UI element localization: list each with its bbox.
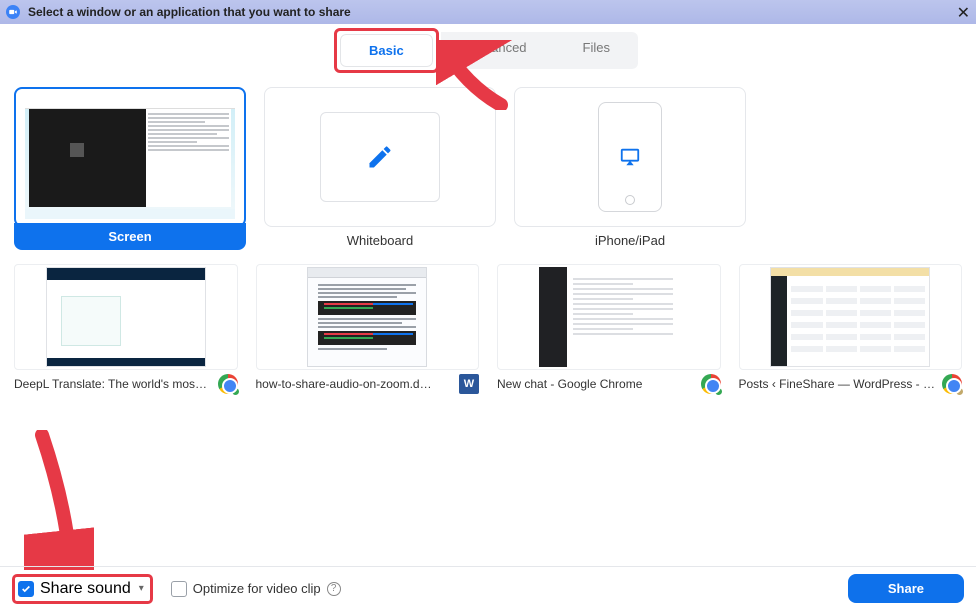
zoom-icon (6, 5, 20, 19)
option-screen[interactable]: Screen (14, 87, 246, 250)
window-label: how-to-share-audio-on-zoom.d… (256, 377, 456, 391)
screen-thumbnail (25, 99, 235, 219)
window-chrome-wordpress[interactable]: Posts ‹ FineShare — WordPress - … (739, 264, 963, 394)
window-chrome-newchat[interactable]: New chat - Google Chrome (497, 264, 721, 394)
whiteboard-thumbnail (320, 112, 440, 202)
chrome-icon (701, 374, 721, 394)
chevron-down-icon[interactable]: ▾ (139, 583, 144, 594)
annotation-share-sound: Share sound ▾ (12, 574, 153, 604)
tab-advanced[interactable]: Advanced (441, 32, 555, 69)
chrome-icon (942, 374, 962, 394)
word-icon: W (459, 374, 479, 394)
help-icon[interactable]: ? (327, 582, 341, 596)
option-iphone-label: iPhone/iPad (595, 233, 665, 248)
optimize-label: Optimize for video clip (193, 581, 321, 596)
word-thumbnail (307, 267, 427, 367)
titlebar: Select a window or an application that y… (0, 0, 976, 24)
option-iphone-ipad[interactable]: iPhone/iPad (514, 87, 746, 250)
checkbox-optimize[interactable] (171, 581, 187, 597)
share-button[interactable]: Share (848, 574, 964, 603)
titlebar-text: Select a window or an application that y… (28, 5, 351, 19)
windows-row: DeepL Translate: The world's mos… how-to… (14, 264, 962, 394)
close-icon[interactable]: ✕ (957, 3, 970, 23)
pen-icon (366, 143, 394, 171)
deepl-thumbnail (46, 267, 206, 367)
airplay-icon (619, 146, 641, 168)
content: Screen Whiteboard iPhone/iPad (0, 87, 976, 394)
annotation-basic-tab: Basic (334, 28, 439, 73)
tab-files[interactable]: Files (555, 32, 638, 69)
annotation-arrow-footer (24, 430, 94, 570)
tabs-row: Basic Advanced Files (0, 32, 976, 69)
option-whiteboard[interactable]: Whiteboard (264, 87, 496, 250)
window-word-doc[interactable]: how-to-share-audio-on-zoom.d… W (256, 264, 480, 394)
window-label: Posts ‹ FineShare — WordPress - … (739, 377, 939, 391)
checkbox-share-sound[interactable] (18, 581, 34, 597)
tab-basic[interactable]: Basic (340, 34, 433, 67)
window-label: New chat - Google Chrome (497, 377, 697, 391)
option-whiteboard-label: Whiteboard (347, 233, 413, 248)
optimize-group: Optimize for video clip ? (171, 581, 341, 597)
share-sound-label: Share sound (40, 580, 131, 598)
option-screen-label: Screen (14, 223, 246, 250)
window-deepl[interactable]: DeepL Translate: The world's mos… (14, 264, 238, 394)
wordpress-thumbnail (770, 267, 930, 367)
chrome-icon (218, 374, 238, 394)
primary-options-row: Screen Whiteboard iPhone/iPad (14, 87, 962, 250)
window-label: DeepL Translate: The world's mos… (14, 377, 214, 391)
chat-thumbnail (539, 267, 679, 367)
footer: Share sound ▾ Optimize for video clip ? … (0, 566, 976, 610)
phone-thumbnail (598, 102, 662, 212)
